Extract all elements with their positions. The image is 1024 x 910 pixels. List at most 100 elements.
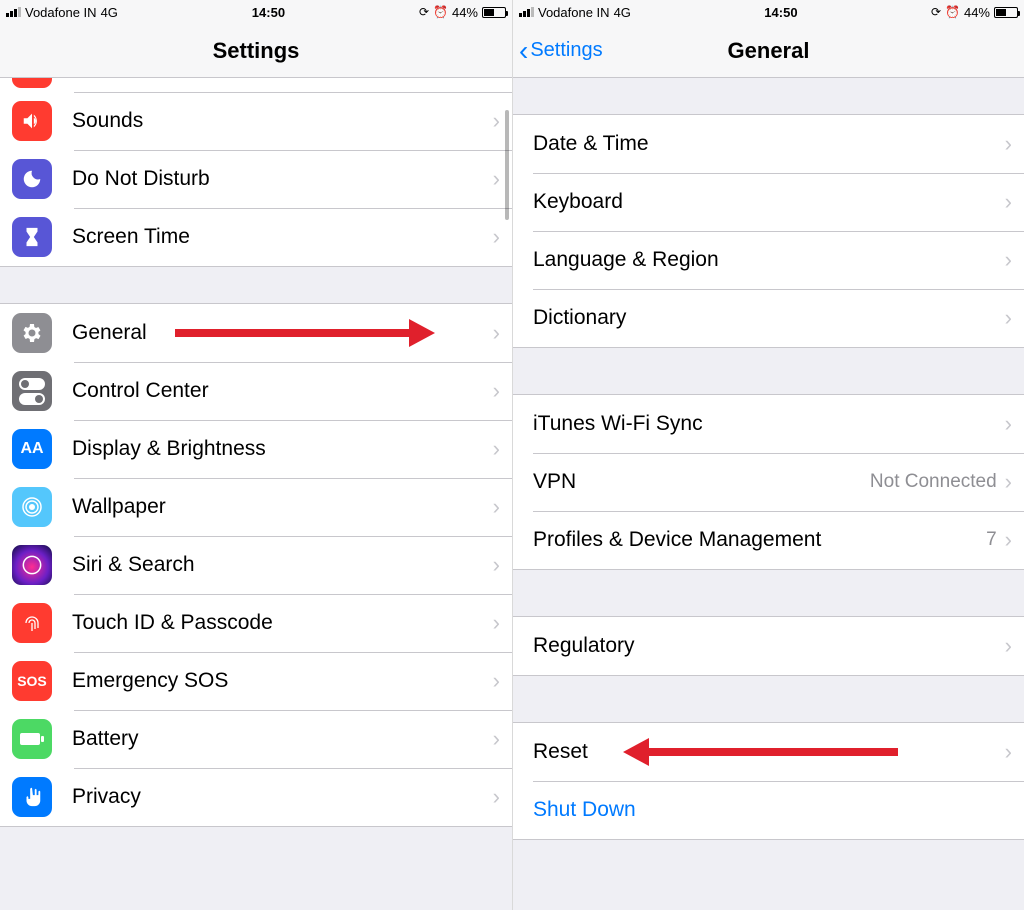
general-screen: Vodafone IN 4G 14:50 ⟳ ⏰ 44% ‹ Settings … xyxy=(512,0,1024,910)
settings-screen: Vodafone IN 4G 14:50 ⟳ ⏰ 44% Settings xyxy=(0,0,512,910)
row-label: Wallpaper xyxy=(72,495,493,519)
chevron-right-icon: › xyxy=(493,784,500,810)
battery-pct: 44% xyxy=(964,5,990,20)
row-label: Reset xyxy=(533,740,1005,764)
chevron-right-icon: › xyxy=(1005,247,1012,273)
chevron-right-icon: › xyxy=(493,668,500,694)
screentime-icon xyxy=(12,217,52,257)
carrier-label: Vodafone IN xyxy=(538,5,610,20)
list-item-controlcenter[interactable]: Control Center › xyxy=(0,362,512,420)
list-item-regulatory[interactable]: Regulatory › xyxy=(513,617,1024,675)
list-item-language[interactable]: Language & Region › xyxy=(513,231,1024,289)
list-item-sos[interactable]: SOS Emergency SOS › xyxy=(0,652,512,710)
battery-pct: 44% xyxy=(452,5,478,20)
row-label: Control Center xyxy=(72,379,493,403)
sos-icon: SOS xyxy=(12,661,52,701)
row-label: Sounds xyxy=(72,109,493,133)
general-header: ‹ Settings General xyxy=(513,24,1024,78)
list-item-general[interactable]: General › xyxy=(0,304,512,362)
chevron-right-icon: › xyxy=(493,224,500,250)
siri-icon xyxy=(12,545,52,585)
signal-icon xyxy=(6,7,21,17)
row-label: Siri & Search xyxy=(72,553,493,577)
chevron-right-icon: › xyxy=(493,726,500,752)
settings-header: Settings xyxy=(0,24,512,78)
chevron-right-icon: › xyxy=(493,436,500,462)
chevron-right-icon: › xyxy=(493,610,500,636)
notifications-icon xyxy=(12,78,52,88)
sounds-icon xyxy=(12,101,52,141)
list-item[interactable] xyxy=(0,78,512,92)
clock: 14:50 xyxy=(631,5,931,20)
alarm-icon: ⏰ xyxy=(433,5,448,19)
list-item-keyboard[interactable]: Keyboard › xyxy=(513,173,1024,231)
list-item-dictionary[interactable]: Dictionary › xyxy=(513,289,1024,347)
row-label: Touch ID & Passcode xyxy=(72,611,493,635)
chevron-right-icon: › xyxy=(1005,527,1012,553)
row-label: Language & Region xyxy=(533,248,1005,272)
chevron-right-icon: › xyxy=(493,552,500,578)
row-label: iTunes Wi-Fi Sync xyxy=(533,412,1005,436)
row-label: General xyxy=(72,321,493,345)
signal-icon xyxy=(519,7,534,17)
privacy-icon xyxy=(12,777,52,817)
touchid-icon xyxy=(12,603,52,643)
clock: 14:50 xyxy=(118,5,419,20)
row-label: Battery xyxy=(72,727,493,751)
row-label: Screen Time xyxy=(72,225,493,249)
back-label: Settings xyxy=(530,39,602,62)
chevron-right-icon: › xyxy=(493,108,500,134)
chevron-right-icon: › xyxy=(493,494,500,520)
scrollbar[interactable] xyxy=(505,110,509,220)
row-label: Do Not Disturb xyxy=(72,167,493,191)
chevron-right-icon: › xyxy=(1005,411,1012,437)
chevron-right-icon: › xyxy=(1005,305,1012,331)
orientation-lock-icon: ⟳ xyxy=(931,5,941,19)
list-item-siri[interactable]: Siri & Search › xyxy=(0,536,512,594)
status-bar: Vodafone IN 4G 14:50 ⟳ ⏰ 44% xyxy=(0,0,512,24)
row-label: Privacy xyxy=(72,785,493,809)
row-label: Regulatory xyxy=(533,634,1005,658)
chevron-right-icon: › xyxy=(493,378,500,404)
list-item-touchid[interactable]: Touch ID & Passcode › xyxy=(0,594,512,652)
row-label: Date & Time xyxy=(533,132,1005,156)
list-item-shutdown[interactable]: Shut Down xyxy=(513,781,1024,839)
battery-icon xyxy=(994,7,1018,18)
chevron-right-icon: › xyxy=(493,166,500,192)
chevron-right-icon: › xyxy=(1005,633,1012,659)
row-label: Display & Brightness xyxy=(72,437,493,461)
controlcenter-icon xyxy=(12,371,52,411)
battery-icon xyxy=(12,719,52,759)
list-item-wallpaper[interactable]: Wallpaper › xyxy=(0,478,512,536)
row-label: Profiles & Device Management xyxy=(533,528,986,552)
list-item-screentime[interactable]: Screen Time › xyxy=(0,208,512,266)
orientation-lock-icon: ⟳ xyxy=(419,5,429,19)
list-item-reset[interactable]: Reset › xyxy=(513,723,1024,781)
list-item-dnd[interactable]: Do Not Disturb › xyxy=(0,150,512,208)
list-item-privacy[interactable]: Privacy › xyxy=(0,768,512,826)
network-label: 4G xyxy=(101,5,118,20)
back-button[interactable]: ‹ Settings xyxy=(513,37,603,65)
page-title: Settings xyxy=(0,38,512,64)
dnd-icon xyxy=(12,159,52,199)
row-detail: Not Connected xyxy=(870,471,997,493)
row-label: Keyboard xyxy=(533,190,1005,214)
list-item-battery[interactable]: Battery › xyxy=(0,710,512,768)
chevron-left-icon: ‹ xyxy=(519,37,528,65)
wallpaper-icon xyxy=(12,487,52,527)
chevron-right-icon: › xyxy=(1005,469,1012,495)
chevron-right-icon: › xyxy=(1005,189,1012,215)
row-label: VPN xyxy=(533,470,870,494)
list-item-profiles[interactable]: Profiles & Device Management 7 › xyxy=(513,511,1024,569)
status-bar: Vodafone IN 4G 14:50 ⟳ ⏰ 44% xyxy=(513,0,1024,24)
list-item-vpn[interactable]: VPN Not Connected › xyxy=(513,453,1024,511)
list-item-sounds[interactable]: Sounds › xyxy=(0,92,512,150)
row-detail: 7 xyxy=(986,529,997,551)
alarm-icon: ⏰ xyxy=(945,5,960,19)
general-icon xyxy=(12,313,52,353)
chevron-right-icon: › xyxy=(1005,131,1012,157)
list-item-datetime[interactable]: Date & Time › xyxy=(513,115,1024,173)
list-item-display[interactable]: AA Display & Brightness › xyxy=(0,420,512,478)
chevron-right-icon: › xyxy=(493,320,500,346)
list-item-itunes-sync[interactable]: iTunes Wi-Fi Sync › xyxy=(513,395,1024,453)
